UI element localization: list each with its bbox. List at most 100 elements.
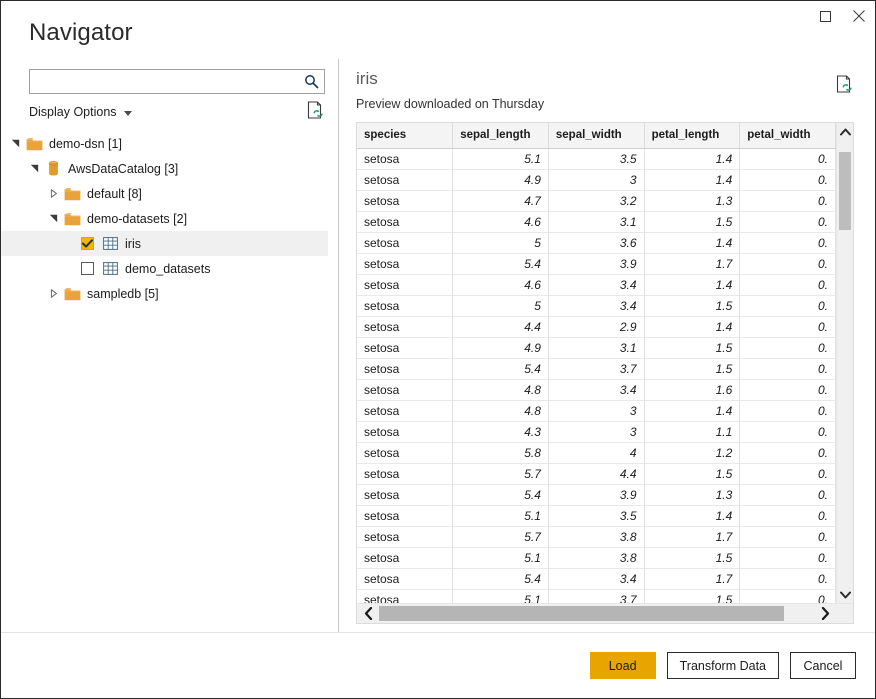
- cell-petal_length: 1.5: [644, 547, 740, 568]
- cell-petal_length: 1.4: [644, 169, 740, 190]
- close-button[interactable]: [842, 1, 875, 31]
- collapse-triangle-icon[interactable]: [7, 131, 24, 156]
- folder-icon: [24, 131, 44, 156]
- table-row[interactable]: setosa5.74.41.50.: [357, 463, 836, 484]
- cell-species: setosa: [357, 484, 453, 505]
- collapse-triangle-icon[interactable]: [26, 156, 43, 181]
- table-row[interactable]: setosa5.43.71.50.: [357, 358, 836, 379]
- scroll-up-button[interactable]: [837, 123, 853, 140]
- tree-item-default-8[interactable]: default [8]: [1, 181, 328, 206]
- cell-petal_length: 1.5: [644, 358, 740, 379]
- column-header-sepal_length[interactable]: sepal_length: [453, 123, 549, 148]
- folder-icon: [62, 206, 82, 231]
- cell-petal_width: 0.: [740, 589, 836, 603]
- maximize-button[interactable]: [809, 1, 842, 31]
- cell-petal_width: 0.: [740, 169, 836, 190]
- table-row[interactable]: setosa4.42.91.40.: [357, 316, 836, 337]
- search-input[interactable]: [30, 70, 298, 93]
- cell-sepal_length: 4.9: [453, 169, 549, 190]
- table-row[interactable]: setosa5.43.91.70.: [357, 253, 836, 274]
- table-row[interactable]: setosa5.43.91.30.: [357, 484, 836, 505]
- tree-item-label: iris: [125, 237, 141, 251]
- table-row[interactable]: setosa4.83.41.60.: [357, 379, 836, 400]
- column-header-petal_length[interactable]: petal_length: [644, 123, 740, 148]
- cell-petal_width: 0.: [740, 421, 836, 442]
- display-options-dropdown[interactable]: Display Options: [26, 103, 135, 121]
- cell-petal_width: 0.: [740, 274, 836, 295]
- vertical-scrollbar[interactable]: [836, 123, 853, 603]
- expand-triangle-icon[interactable]: [45, 181, 62, 206]
- cell-petal_length: 1.4: [644, 148, 740, 169]
- tree-item-sampledb-5[interactable]: sampledb [5]: [1, 281, 328, 306]
- transform-data-button[interactable]: Transform Data: [667, 652, 779, 679]
- refresh-preview-icon-left[interactable]: [307, 101, 324, 125]
- table-row[interactable]: setosa5.73.81.70.: [357, 526, 836, 547]
- scroll-left-button[interactable]: [357, 607, 379, 620]
- table-row[interactable]: setosa4.63.41.40.: [357, 274, 836, 295]
- collapse-triangle-icon[interactable]: [45, 206, 62, 231]
- cell-sepal_length: 5.1: [453, 589, 549, 603]
- table-row[interactable]: setosa4.831.40.: [357, 400, 836, 421]
- tree-item-demo-datasets-2[interactable]: demo-datasets [2]: [1, 206, 328, 231]
- cell-petal_length: 1.4: [644, 274, 740, 295]
- cell-petal_width: 0.: [740, 232, 836, 253]
- cell-sepal_length: 4.8: [453, 400, 549, 421]
- cell-sepal_length: 4.6: [453, 274, 549, 295]
- cell-sepal_width: 3.7: [548, 589, 644, 603]
- table-row[interactable]: setosa5.13.81.50.: [357, 547, 836, 568]
- cell-sepal_length: 4.9: [453, 337, 549, 358]
- table-row[interactable]: setosa53.61.40.: [357, 232, 836, 253]
- cell-petal_length: 1.3: [644, 484, 740, 505]
- cell-sepal_width: 3.8: [548, 547, 644, 568]
- column-header-species[interactable]: species: [357, 123, 453, 148]
- table-row[interactable]: setosa5.43.41.70.: [357, 568, 836, 589]
- load-button[interactable]: Load: [590, 652, 656, 679]
- window-controls: [809, 1, 875, 31]
- cell-sepal_length: 4.6: [453, 211, 549, 232]
- table-row[interactable]: setosa5.13.51.40.: [357, 148, 836, 169]
- search-icon[interactable]: [298, 70, 324, 93]
- cell-petal_width: 0.: [740, 463, 836, 484]
- horizontal-scroll-track[interactable]: [379, 604, 814, 623]
- table-row[interactable]: setosa4.931.40.: [357, 169, 836, 190]
- search-box[interactable]: [29, 69, 325, 94]
- cell-species: setosa: [357, 169, 453, 190]
- table-row[interactable]: setosa4.93.11.50.: [357, 337, 836, 358]
- table-row[interactable]: setosa5.13.71.50.: [357, 589, 836, 603]
- tree-item-checkbox[interactable]: [81, 237, 94, 250]
- tree-item-awsdatacatalog-3[interactable]: AwsDataCatalog [3]: [1, 156, 328, 181]
- cell-sepal_width: 3.7: [548, 358, 644, 379]
- cell-petal_length: 1.3: [644, 190, 740, 211]
- table-row[interactable]: setosa4.331.10.: [357, 421, 836, 442]
- cell-petal_length: 1.4: [644, 232, 740, 253]
- horizontal-scroll-thumb[interactable]: [379, 606, 784, 621]
- table-row[interactable]: setosa5.13.51.40.: [357, 505, 836, 526]
- tree-item-demo-dsn-1[interactable]: demo-dsn [1]: [1, 131, 328, 156]
- table-row[interactable]: setosa4.63.11.50.: [357, 211, 836, 232]
- cell-petal_length: 1.1: [644, 421, 740, 442]
- table-icon: [100, 256, 120, 281]
- column-header-sepal_width[interactable]: sepal_width: [548, 123, 644, 148]
- tree-item-iris[interactable]: iris: [1, 231, 328, 256]
- refresh-preview-icon-right[interactable]: [836, 75, 853, 99]
- tree-item-checkbox[interactable]: [81, 262, 94, 275]
- horizontal-scrollbar[interactable]: [357, 603, 853, 623]
- table-row[interactable]: setosa5.841.20.: [357, 442, 836, 463]
- preview-subtitle: Preview downloaded on Thursday: [356, 97, 544, 111]
- page-title: Navigator: [29, 19, 133, 47]
- scroll-down-button[interactable]: [837, 586, 853, 603]
- vertical-scroll-thumb[interactable]: [839, 152, 851, 230]
- scroll-right-button[interactable]: [814, 607, 836, 620]
- vertical-scroll-track[interactable]: [837, 140, 853, 586]
- preview-grid-body: speciessepal_lengthsepal_widthpetal_leng…: [357, 123, 853, 603]
- cancel-button[interactable]: Cancel: [790, 652, 856, 679]
- expand-triangle-icon[interactable]: [45, 281, 62, 306]
- cell-sepal_width: 3.4: [548, 274, 644, 295]
- column-header-petal_width[interactable]: petal_width: [740, 123, 836, 148]
- cell-sepal_width: 3.9: [548, 484, 644, 505]
- cell-species: setosa: [357, 505, 453, 526]
- table-row[interactable]: setosa53.41.50.: [357, 295, 836, 316]
- table-row[interactable]: setosa4.73.21.30.: [357, 190, 836, 211]
- tree-item-demo-datasets[interactable]: demo_datasets: [1, 256, 328, 281]
- chevron-down-icon: [124, 111, 132, 116]
